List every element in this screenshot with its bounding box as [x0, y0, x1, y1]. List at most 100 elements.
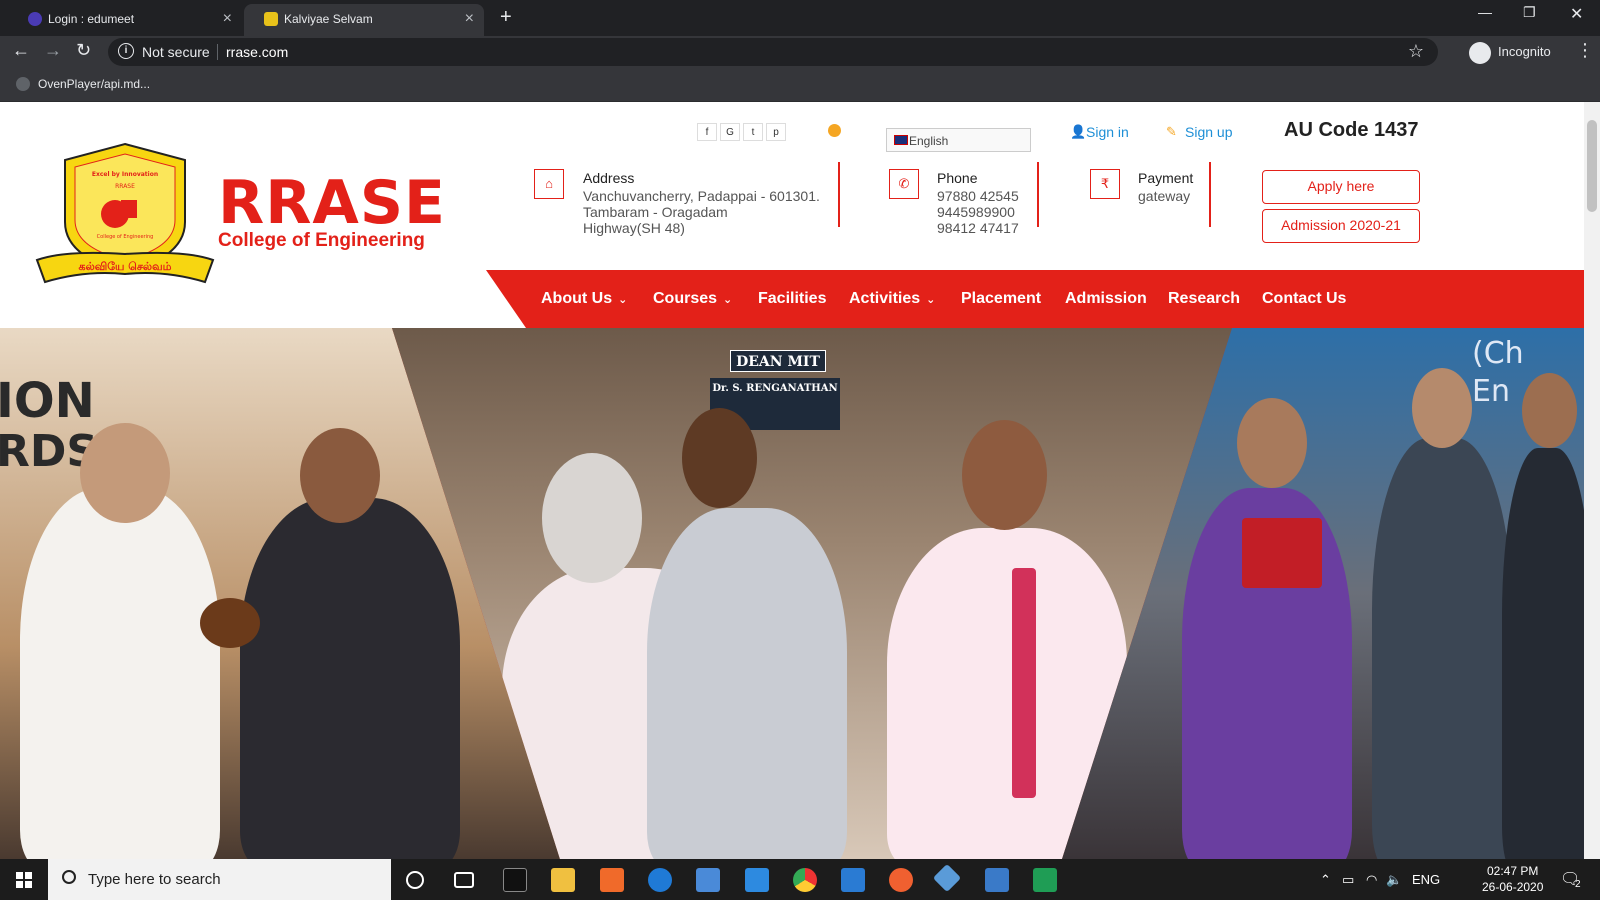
wifi-icon[interactable]: ◠ — [1366, 872, 1377, 888]
nav-placement[interactable]: Placement — [961, 290, 1041, 308]
admission-button[interactable]: Admission 2020-21 — [1262, 209, 1420, 243]
hero-slider[interactable]: ION RDS DEAN MIT Dr. S. RENGANATHAN (Ch … — [0, 328, 1584, 859]
nav-contact-us[interactable]: Contact Us — [1262, 290, 1346, 308]
phone-number[interactable]: 98412 47417 — [937, 220, 1019, 236]
tab-strip: Login : edumeet × Kalviyae Selvam × + — … — [0, 0, 1600, 36]
task-view-icon[interactable] — [454, 872, 474, 888]
taskbar-search[interactable]: Type here to search — [48, 859, 391, 900]
au-code: AU Code 1437 — [1284, 119, 1419, 141]
window-close-icon[interactable]: ✕ — [1570, 4, 1583, 24]
vscode-icon[interactable] — [841, 868, 865, 892]
payment-icon[interactable]: ₹ — [1090, 169, 1120, 199]
edge-icon[interactable] — [648, 868, 672, 892]
bookmarks-bar: OvenPlayer/api.md... — [0, 68, 1600, 102]
remote-desktop-icon[interactable] — [985, 868, 1009, 892]
phone-icon: ✆ — [889, 169, 919, 199]
nav-admission[interactable]: Admission — [1065, 290, 1147, 308]
nav-research[interactable]: Research — [1168, 290, 1240, 308]
phone-number[interactable]: 97880 42545 — [937, 188, 1019, 204]
app-icon[interactable] — [600, 868, 624, 892]
person-head — [300, 428, 380, 523]
person-figure — [240, 498, 460, 859]
sign-up-link[interactable]: Sign up — [1185, 124, 1232, 140]
scrollbar-thumb[interactable] — [1587, 120, 1597, 212]
nav-facilities[interactable]: Facilities — [758, 290, 826, 308]
close-icon[interactable]: × — [223, 10, 232, 28]
payment-title[interactable]: Payment — [1138, 170, 1193, 186]
bookmark-item[interactable]: OvenPlayer/api.md... — [38, 77, 150, 91]
minimize-icon[interactable]: — — [1478, 4, 1492, 20]
close-icon[interactable]: × — [465, 10, 474, 28]
battery-icon[interactable]: ▭ — [1342, 872, 1354, 888]
chevron-down-icon: ⌄ — [618, 294, 628, 306]
phone-title: Phone — [937, 170, 978, 186]
reload-icon[interactable]: ↻ — [76, 40, 91, 61]
incognito-icon[interactable] — [1469, 42, 1491, 64]
door-sign: DEAN MIT — [730, 350, 826, 372]
clock[interactable]: 02:47 PM 26-06-2020 — [1482, 863, 1543, 895]
bookmark-star-icon[interactable]: ☆ — [1408, 41, 1424, 62]
nav-activities[interactable]: Activities ⌄ — [849, 290, 935, 308]
college-logo[interactable]: Excel by Innovation RRASE College of Eng… — [35, 142, 215, 287]
nav-about-us[interactable]: About Us ⌄ — [541, 290, 627, 308]
new-tab-icon[interactable]: + — [500, 6, 512, 29]
url-text[interactable]: rrase.com — [226, 44, 288, 60]
brand-subtitle: College of Engineering — [218, 230, 425, 251]
person-head — [962, 420, 1047, 530]
cortana-icon[interactable] — [406, 871, 424, 889]
language-select[interactable]: English — [886, 128, 1031, 152]
nav-courses[interactable]: Courses ⌄ — [653, 290, 732, 308]
security-label[interactable]: Not secure — [142, 44, 210, 60]
apply-here-button[interactable]: Apply here — [1262, 170, 1420, 204]
git-icon[interactable] — [932, 863, 962, 893]
restore-icon[interactable]: ❐ — [1523, 4, 1536, 21]
nav-label: About Us — [541, 290, 613, 307]
globe-icon[interactable] — [828, 124, 841, 137]
windows-start-icon[interactable] — [16, 872, 32, 888]
address-line: Highway(SH 48) — [583, 220, 685, 236]
tab-kalviyae-selvam[interactable]: Kalviyae Selvam × — [244, 4, 484, 36]
nav-label: Research — [1168, 290, 1241, 307]
google-icon[interactable]: G — [720, 123, 740, 141]
language-indicator[interactable]: ENG — [1412, 872, 1440, 887]
language-value: English — [909, 134, 949, 148]
terminal-icon[interactable] — [503, 868, 527, 892]
sheets-icon[interactable] — [1033, 868, 1057, 892]
postman-icon[interactable] — [889, 868, 913, 892]
phone-number[interactable]: 9445989900 — [937, 204, 1015, 220]
brand-name[interactable]: RRASE — [218, 168, 446, 238]
svg-text:RRASE: RRASE — [115, 183, 135, 190]
tab-title: Kalviyae Selvam — [284, 12, 373, 26]
file-explorer-icon[interactable] — [551, 868, 575, 892]
store-icon[interactable] — [696, 868, 720, 892]
person-head — [682, 408, 757, 508]
clock-date: 26-06-2020 — [1482, 880, 1544, 894]
banner-text: En — [1472, 374, 1510, 409]
sign-in-link[interactable]: Sign in — [1086, 124, 1129, 140]
chrome-icon[interactable] — [793, 868, 817, 892]
edit-icon: ✎ — [1166, 124, 1177, 139]
volume-icon[interactable]: 🔈 — [1386, 872, 1402, 888]
address-bar[interactable]: i Not secure rrase.com ☆ — [108, 38, 1438, 66]
facebook-icon[interactable]: f — [697, 123, 717, 141]
info-icon[interactable]: i — [118, 43, 134, 59]
clock-time: 02:47 PM — [1487, 864, 1539, 878]
menu-icon[interactable]: ⋮ — [1576, 40, 1594, 61]
info-divider — [1037, 162, 1039, 227]
forward-icon[interactable]: → — [44, 40, 62, 61]
uk-flag-icon — [894, 135, 908, 145]
back-icon[interactable]: ← — [12, 40, 30, 61]
info-divider — [838, 162, 840, 227]
tab-login[interactable]: Login : edumeet × — [8, 4, 242, 36]
page-scrollbar[interactable] — [1584, 102, 1600, 859]
address-title: Address — [583, 170, 635, 186]
incognito-label[interactable]: Incognito — [1498, 44, 1551, 59]
nav-label: Contact Us — [1262, 290, 1347, 307]
show-hidden-icons-icon[interactable]: ⌃ — [1320, 872, 1331, 888]
pinterest-icon[interactable]: p — [766, 123, 786, 141]
twitter-icon[interactable]: t — [743, 123, 763, 141]
payment-subtitle[interactable]: gateway — [1138, 188, 1190, 204]
mail-icon[interactable] — [745, 868, 769, 892]
user-icon: 👤 — [1070, 124, 1087, 139]
banner-text: ION — [0, 373, 95, 429]
